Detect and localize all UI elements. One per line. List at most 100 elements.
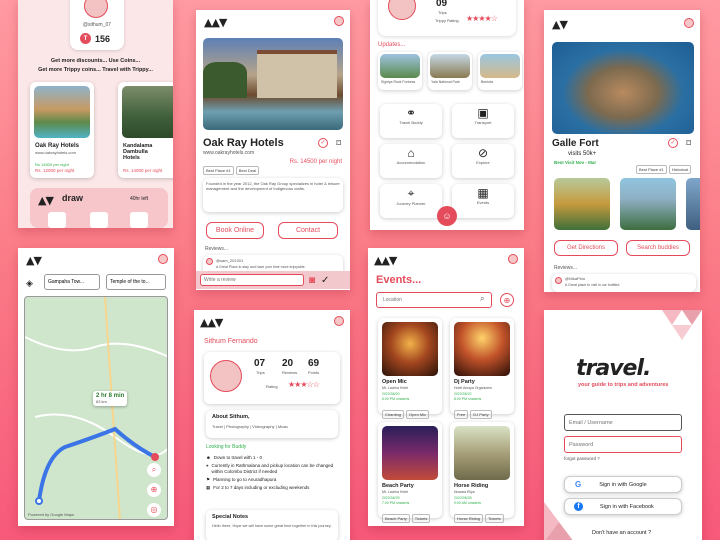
screen-place-detail: ▲▼ Galle Fort ✓ ⌑ visits 50k+ Best Visit… (544, 10, 700, 292)
bookmark-icon[interactable]: ⌑ (336, 138, 341, 149)
tag: Horse Riding (454, 514, 484, 523)
review-text: A Great Place to stay and have your time… (216, 265, 306, 269)
review-input[interactable] (200, 274, 304, 286)
avatar[interactable] (158, 254, 168, 264)
fab-chat-button[interactable]: ☺ (437, 206, 457, 226)
reviews-heading: Reviews... (205, 246, 229, 252)
profile-card: @sithum_07 T 156 (70, 0, 124, 50)
menu-label: Journey Planner (396, 201, 426, 206)
event-date: 2022/06/20 (382, 392, 400, 396)
event-card[interactable]: Dj Party Hotel Amaya Organizers 2022/06/… (450, 318, 514, 419)
update-title: Yala National Park (431, 80, 460, 84)
event-card[interactable]: Beach Party Mt. Lavinia Hotel 2022/06/25… (378, 422, 442, 523)
search-buddies-button[interactable]: Search buddies (626, 240, 690, 256)
event-card[interactable]: Horse Riding Nuwara Eliya 2022/06/28 9:0… (450, 422, 514, 523)
menu-transport[interactable]: ▣ Transport (452, 104, 514, 138)
about-title: About Sithum, (212, 414, 250, 420)
events-title: Events... (376, 274, 422, 286)
rating-stars: ★★★★☆ (466, 14, 498, 23)
logo-icon: ▲▲▼ (200, 316, 223, 329)
event-card[interactable]: Open Mic Mt. Lavinia Hotel 2022/06/20 6:… (378, 318, 442, 419)
update-card[interactable]: Bentota (478, 52, 522, 90)
menu-events[interactable]: ▦ Events (452, 184, 514, 218)
updates-heading: Updates... (378, 42, 406, 48)
lucky-draw-card[interactable]: ▲▼ draw 40hr left (30, 188, 168, 228)
forgot-password-link[interactable]: forgot password ? (564, 456, 600, 461)
screen-wallet: @sithum_07 T 156 Get more discounts... U… (18, 0, 173, 228)
update-card[interactable]: Yala National Park (428, 52, 472, 90)
start-marker (35, 497, 43, 505)
about-card: About Sithum, Travel | Photography | Vid… (206, 410, 338, 438)
signup-link[interactable]: Don't have an account ? (592, 530, 651, 536)
route-distance: 83 km (96, 399, 107, 404)
gift-box[interactable] (90, 212, 108, 228)
menu-explore[interactable]: ⊘ Explore (452, 144, 514, 178)
email-input[interactable] (564, 414, 682, 431)
gift-box[interactable] (48, 212, 66, 228)
gallery-image[interactable] (620, 178, 676, 230)
menu-label: Explore (476, 160, 490, 165)
trips-count: 07 (254, 358, 266, 369)
locate-icon[interactable]: ⊕ (500, 293, 514, 307)
screen-events: ▲▲▼ Events... ⌕ ⊕ Open Mic Mt. Lavinia H… (368, 248, 524, 526)
review-text: A Great place to visit in our fortified. (565, 283, 621, 287)
promo-text: Get more discounts... Use (50, 58, 119, 64)
hotel-card[interactable]: Kandalama Dambulla Hotels Rs. 14000 per … (118, 82, 173, 178)
layers-icon[interactable]: ◎ (147, 503, 161, 517)
notes-card: Special Notes Hello there, Hope we will … (206, 510, 338, 540)
event-name: Beach Party (382, 483, 414, 489)
gift-box[interactable] (130, 212, 148, 228)
bookmark-icon[interactable]: ⌑ (686, 138, 691, 149)
tag: Best Place #1 (636, 165, 667, 174)
from-input[interactable] (44, 274, 100, 290)
hotel-image (34, 86, 90, 138)
logo-icon: ▲▲▼ (204, 16, 227, 29)
event-time: 7:00 PM onwards (382, 501, 410, 505)
rating-label: Rating (266, 384, 278, 389)
verified-icon: ✓ (668, 138, 678, 148)
pin-icon: ⌖ (206, 463, 209, 468)
tag: Open Mic (406, 410, 430, 419)
event-image (382, 322, 438, 376)
looking-for: Looking for Buddy (206, 444, 247, 450)
avatar (388, 0, 416, 20)
reviews-heading: Reviews... (554, 265, 578, 271)
google-signin-button[interactable]: G Sign in with Google (564, 476, 682, 493)
menu-label: Accommodation (396, 160, 426, 165)
book-online-button[interactable]: Book Online (206, 222, 264, 239)
camera-icon[interactable]: ◙ (309, 275, 315, 286)
update-card[interactable]: Sigiriya Rock Fortress (378, 52, 422, 90)
reviewer-name: @sam_201301 (216, 258, 244, 263)
directions-icon[interactable]: ◈ (26, 278, 33, 289)
send-check-icon[interactable]: ✓ (321, 275, 329, 286)
reviews-label: Reviews (282, 370, 298, 375)
location-input[interactable] (376, 292, 492, 308)
to-input[interactable] (106, 274, 166, 290)
gallery-image[interactable] (686, 178, 700, 230)
locate-icon[interactable]: ⊕ (147, 483, 161, 497)
profile-stats-card: 09 Trips Trippy Rating ★★★★☆ (378, 0, 516, 36)
avatar[interactable] (334, 316, 344, 326)
tagline: your guide to trips and adventures (578, 382, 669, 388)
search-icon[interactable]: ⌕ (480, 294, 484, 304)
avatar (210, 360, 242, 392)
gallery-image[interactable] (554, 178, 610, 230)
password-input[interactable] (564, 436, 682, 453)
menu-travel-buddy[interactable]: ⚭ Travel Buddy (380, 104, 442, 138)
bullet-text: Planning to go to Anuradhapura (213, 477, 277, 482)
search-map-icon[interactable]: ⌕ (147, 463, 161, 477)
avatar[interactable] (684, 18, 694, 28)
menu-accommodation[interactable]: ⌂ Accommodation (380, 144, 442, 178)
map-view[interactable]: 2 hr 8 min 83 km ⌕ ⊕ ◎ Powered by Google… (24, 296, 168, 520)
menu-journey-planner[interactable]: ⌖ Journey Planner (380, 184, 442, 218)
logo-icon: ▲▲▼ (374, 254, 397, 267)
route-info[interactable]: 2 hr 8 min 83 km (93, 391, 128, 406)
hotel-card[interactable]: Oak Ray Hotels www.oakrayhotels.com Rs 1… (30, 82, 94, 178)
avatar[interactable] (334, 16, 344, 26)
avatar[interactable] (508, 254, 518, 264)
tag: Chanting (382, 410, 405, 419)
event-time: 9:00 AM onwards (454, 501, 482, 505)
get-directions-button[interactable]: Get Directions (554, 240, 618, 256)
contact-button[interactable]: Contact (278, 222, 338, 239)
facebook-signin-button[interactable]: f Sign in with Facebook (564, 498, 682, 515)
